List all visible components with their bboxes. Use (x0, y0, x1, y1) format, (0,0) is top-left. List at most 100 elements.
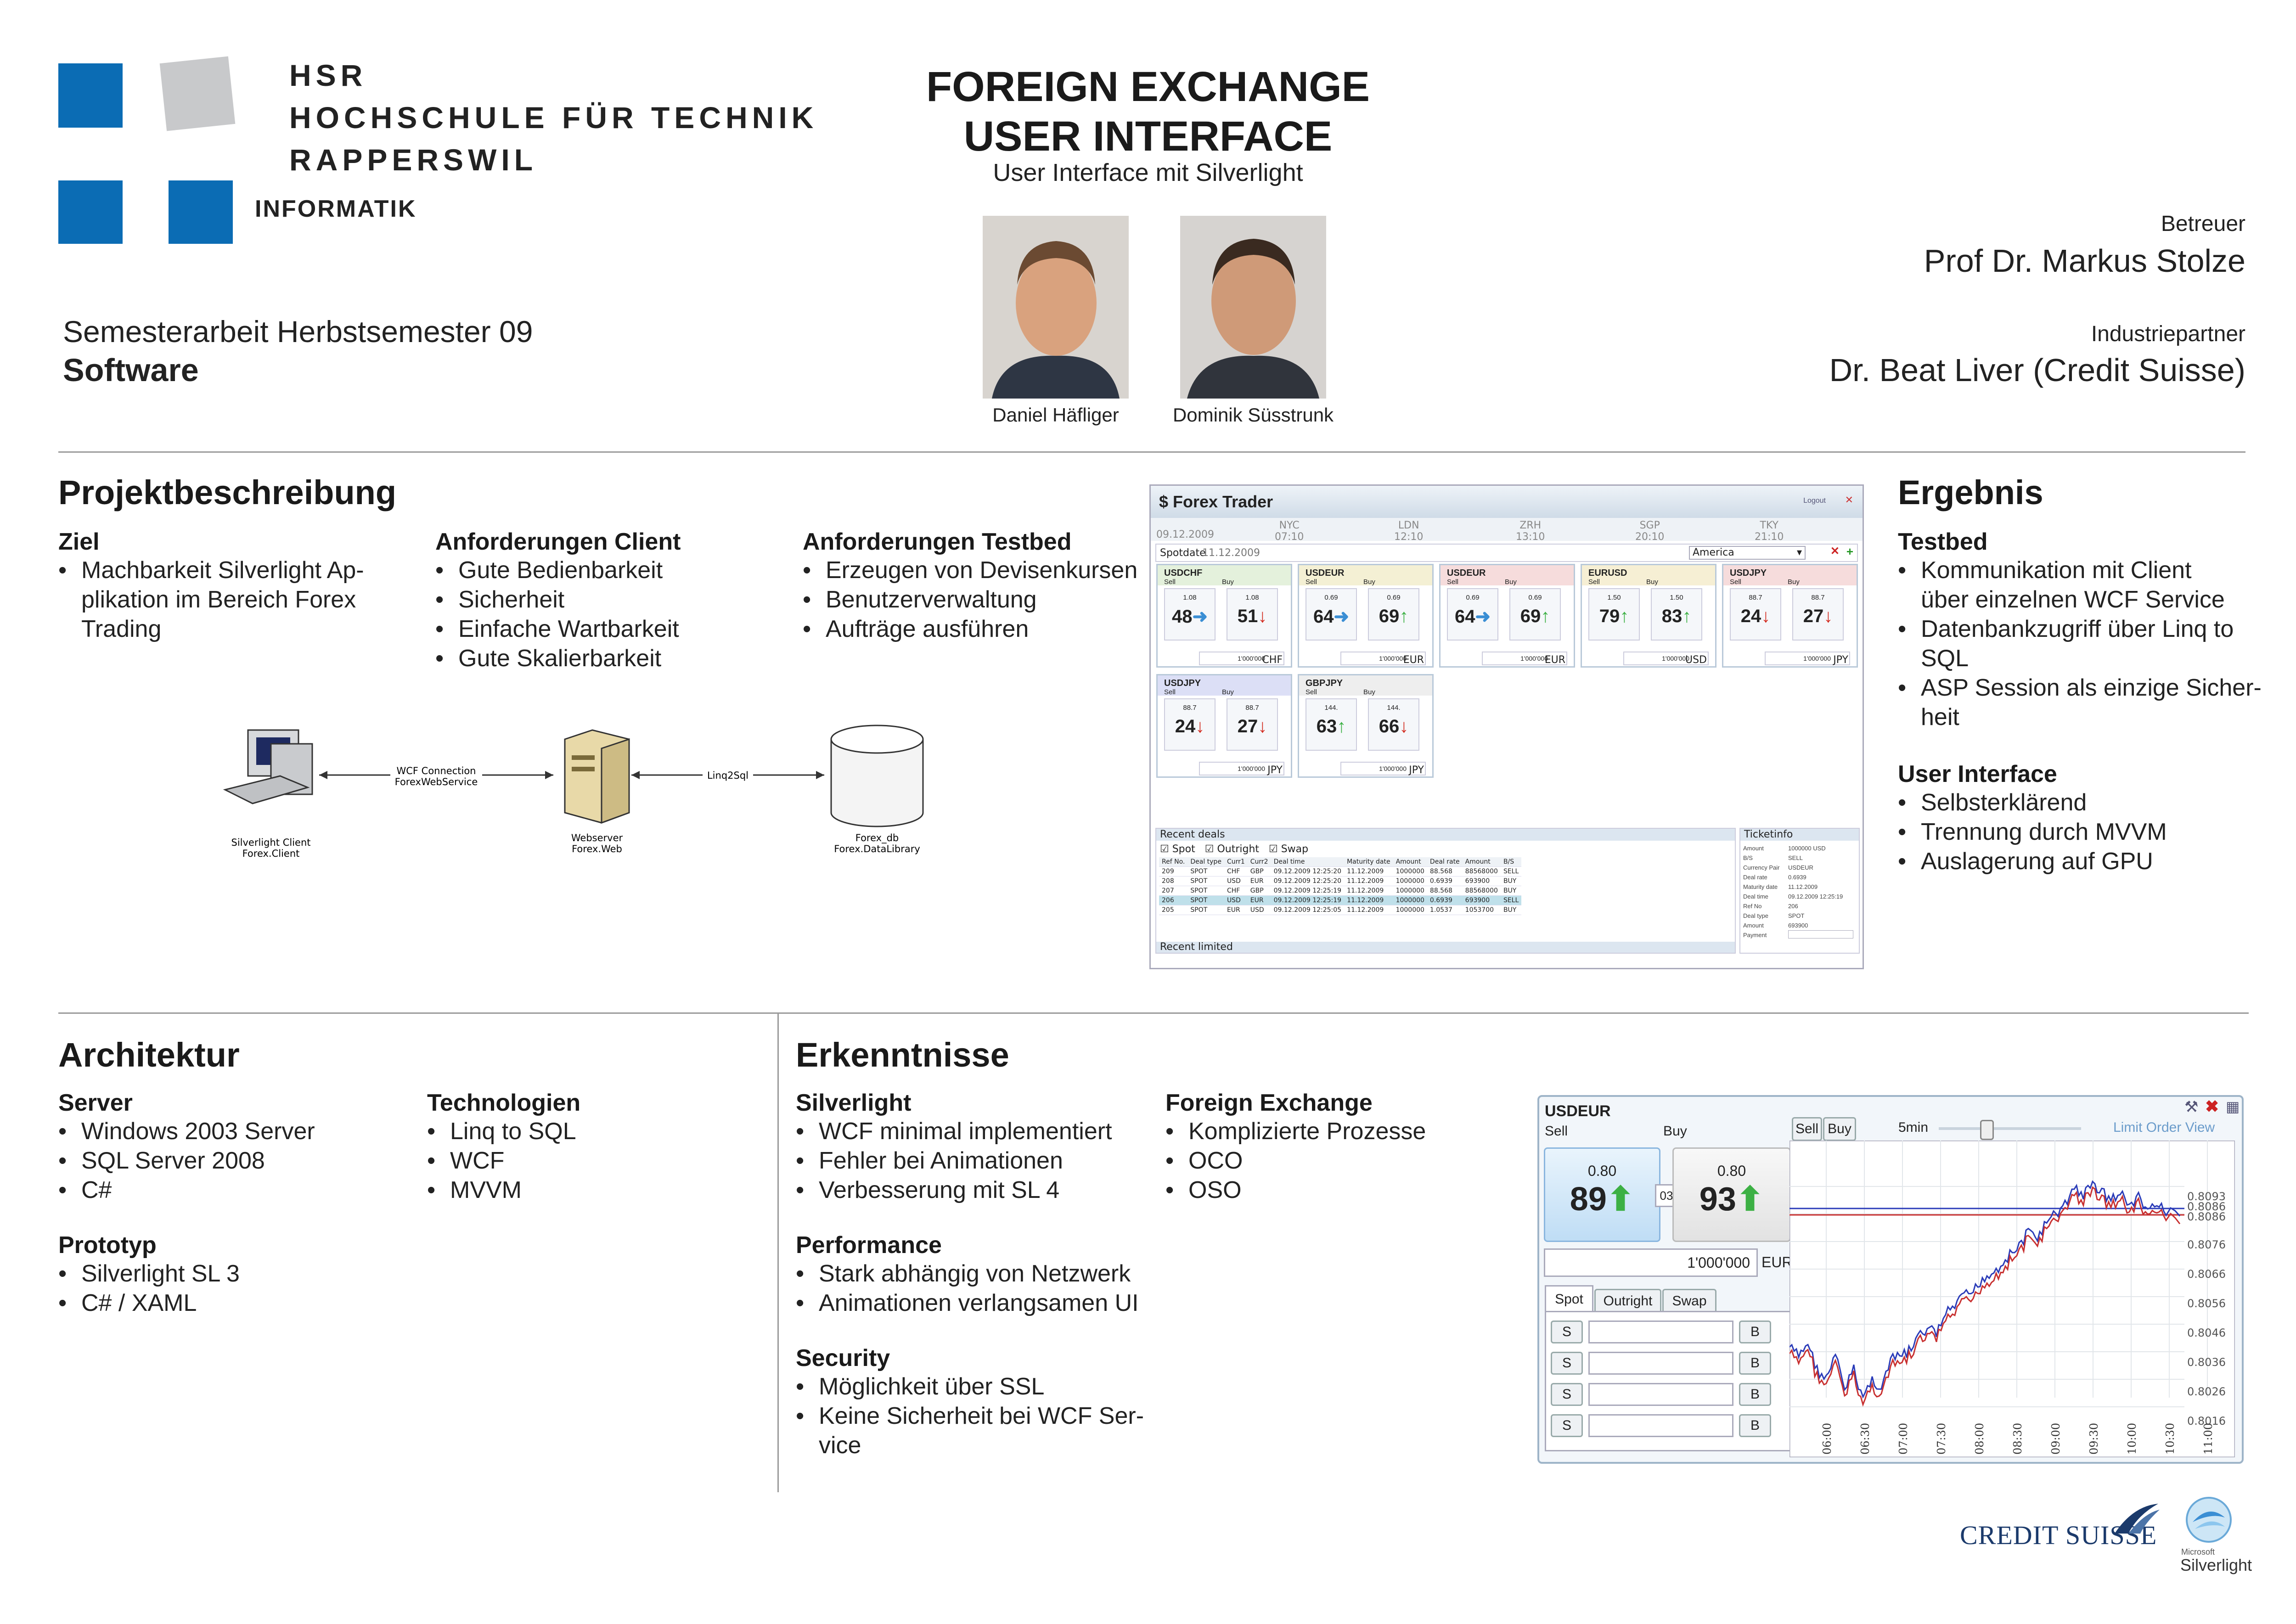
ticket-label: Amount (1743, 922, 1764, 929)
cell: EUR (1224, 905, 1248, 915)
order-tab-spot[interactable]: Spot (1545, 1285, 1593, 1312)
table-row[interactable]: 205 SPOT EUR USD 09.12.2009 12:25:05 11.12.20… (1159, 905, 1522, 915)
order-tab-outright[interactable]: Outright (1594, 1289, 1661, 1314)
row-sell-button[interactable]: S (1551, 1352, 1583, 1375)
close-icon[interactable]: ✕ (1845, 494, 1853, 506)
ticketinfo-panel: Ticketinfo Amount B/S Currency Pair Deal ra… (1739, 828, 1860, 954)
table-row[interactable]: 209 SPOT CHF GBP 09.12.2009 12:25:20 11.12.20… (1159, 866, 1522, 877)
rate-tile[interactable]: USDEUR Sell Buy 0.69 64➜ 0.69 69↑ 1'000'000 E… (1439, 564, 1575, 668)
tile-buy-label: Buy (1646, 578, 1658, 586)
arrow-up-icon: ↑ (1682, 606, 1692, 626)
settings-icon[interactable]: ⚒ (2184, 1098, 2198, 1116)
clock-sgp: SGP 20:10 (1635, 520, 1664, 543)
sell-price-button[interactable]: 0.69 64➜ (1306, 588, 1357, 641)
sell-price-button[interactable]: 0.69 64➜ (1447, 588, 1498, 641)
limit-price-input[interactable] (1588, 1352, 1733, 1375)
buy-price-button[interactable]: 88.7 27↓ (1792, 588, 1844, 641)
add-icon[interactable]: + (1846, 545, 1853, 559)
lov-buy-button[interactable]: Buy (1823, 1117, 1856, 1141)
ticket-label: Ref No (1743, 903, 1762, 910)
column-header[interactable]: Maturity date (1344, 857, 1393, 867)
column-header[interactable]: Deal type (1187, 857, 1224, 867)
filter-spot[interactable]: ☑ Spot (1160, 843, 1195, 855)
table-row-selected[interactable]: 206 SPOT USD EUR 09.12.2009 12:25:19 11.12.20… (1159, 895, 1522, 905)
column-header[interactable]: Deal time (1271, 857, 1345, 867)
filter-label: Spot (1172, 843, 1195, 855)
caption-daniel: Daniel Häfliger (992, 404, 1119, 426)
sell-small: 0.69 (1324, 594, 1338, 601)
performance-title: Performance (796, 1232, 942, 1259)
sell-price-button[interactable]: 1.50 79↑ (1588, 588, 1640, 641)
server-title: Server (58, 1090, 133, 1116)
close-icon[interactable]: ✖ (2205, 1097, 2219, 1116)
table-row[interactable]: 207 SPOT CHF GBP 09.12.2009 12:25:19 11.12.20… (1159, 886, 1522, 896)
rate-tile[interactable]: USDCHF Sell Buy 1.08 48➜ 1.08 51↓ 1'000'000 C… (1156, 564, 1292, 668)
column-header[interactable]: Ref No. (1159, 857, 1188, 867)
interval-slider[interactable] (1939, 1120, 2081, 1140)
limit-price-input[interactable] (1588, 1414, 1733, 1437)
cell: 11.12.2009 (1344, 886, 1393, 896)
sell-small: 88.7 (1749, 594, 1762, 601)
city-label: SGP (1639, 520, 1660, 531)
buy-price-button[interactable]: 0.69 69↑ (1509, 588, 1561, 641)
rate-tile[interactable]: EURUSD Sell Buy 1.50 79↑ 1.50 83↑ 1'000'000 U… (1581, 564, 1716, 668)
sell-price-button[interactable]: 1.08 48➜ (1164, 588, 1216, 641)
sell-big-value: 79 (1599, 606, 1620, 626)
arrow-down-icon: ↓ (1258, 606, 1267, 626)
sell-price-button[interactable]: 88.7 24↓ (1730, 588, 1781, 641)
payment-select[interactable] (1788, 930, 1853, 938)
buy-price-button[interactable]: 88.7 27↓ (1227, 698, 1278, 751)
buy-price-button[interactable]: 144. 66↓ (1368, 698, 1419, 751)
cell: 09.12.2009 12:25:05 (1271, 905, 1345, 915)
row-sell-button[interactable]: S (1551, 1383, 1583, 1406)
lov-amount-input[interactable]: 1'000'000 (1544, 1248, 1758, 1277)
row-buy-button[interactable]: B (1739, 1321, 1771, 1343)
cell: SELL (1500, 866, 1522, 877)
limit-price-input[interactable] (1588, 1383, 1733, 1406)
column-header[interactable]: Curr1 (1224, 857, 1248, 867)
order-tab-swap[interactable]: Swap (1662, 1289, 1716, 1314)
column-header[interactable]: Deal rate (1427, 857, 1463, 867)
column-header[interactable]: Curr2 (1247, 857, 1271, 867)
row-buy-button[interactable]: B (1739, 1383, 1771, 1406)
testbed-req-title: Anforderungen Testbed (803, 528, 1072, 555)
sell-price-button[interactable]: 88.7 24↓ (1164, 698, 1216, 751)
slider-thumb[interactable] (1980, 1120, 1994, 1140)
row-buy-button[interactable]: B (1739, 1414, 1771, 1437)
row-sell-button[interactable]: S (1551, 1321, 1583, 1343)
region-select[interactable]: America ▾ (1689, 546, 1806, 560)
column-header[interactable]: B/S (1500, 857, 1522, 867)
lov-sell-button[interactable]: Sell (1792, 1117, 1822, 1141)
rate-tile[interactable]: USDJPY Sell Buy 88.7 24↓ 88.7 27↓ 1'000'000 J… (1156, 674, 1292, 778)
lov-buy-big: 93⬆ (1674, 1180, 1790, 1218)
sell-price-button[interactable]: 144. 63↑ (1306, 698, 1357, 751)
limit-order-view-link[interactable]: Limit Order View (2113, 1120, 2215, 1135)
hsr-logo-square-3 (169, 180, 233, 244)
buy-price-button[interactable]: 1.50 83↑ (1651, 588, 1702, 641)
buy-price-button[interactable]: 1.08 51↓ (1227, 588, 1278, 641)
row-sell-button[interactable]: S (1551, 1414, 1583, 1437)
ticket-label: Currency Pair (1743, 864, 1780, 871)
lov-buy-price-button[interactable]: 0.80 93⬆ (1672, 1147, 1791, 1242)
rate-tile[interactable]: USDEUR Sell Buy 0.69 64➜ 0.69 69↑ 1'000'000 E… (1298, 564, 1434, 668)
cell: SPOT (1187, 895, 1224, 905)
rate-tile[interactable]: USDJPY Sell Buy 88.7 24↓ 88.7 27↓ 1'000'000 J… (1722, 564, 1858, 668)
city-label: NYC (1279, 520, 1300, 531)
cell: USD (1247, 905, 1271, 915)
filter-outright[interactable]: ☑ Outright (1205, 843, 1259, 855)
prototyp-list: Silverlight SL 3 C# / XAML (58, 1259, 389, 1318)
column-header[interactable]: Amount (1393, 857, 1427, 867)
logout-link[interactable]: Logout (1803, 497, 1826, 505)
recent-limited-bar[interactable]: Recent limited (1156, 942, 1735, 953)
table-row[interactable]: 208 SPOT USD EUR 09.12.2009 12:25:20 11.12.20… (1159, 876, 1522, 886)
arrow-right-icon: ➜ (1475, 607, 1491, 627)
filter-swap[interactable]: ☑ Swap (1269, 843, 1308, 855)
limit-price-input[interactable] (1588, 1321, 1733, 1343)
delete-icon[interactable]: ✕ (1830, 545, 1840, 558)
buy-price-button[interactable]: 0.69 69↑ (1368, 588, 1419, 641)
row-buy-button[interactable]: B (1739, 1352, 1771, 1375)
lov-sell-price-button[interactable]: 0.80 89⬆ (1544, 1147, 1660, 1242)
rate-tile[interactable]: GBPJPY Sell Buy 144. 63↑ 144. 66↓ 1'000'000 J… (1298, 674, 1434, 778)
column-header[interactable]: Amount (1462, 857, 1501, 867)
chart-icon[interactable]: ▦ (2226, 1098, 2240, 1115)
